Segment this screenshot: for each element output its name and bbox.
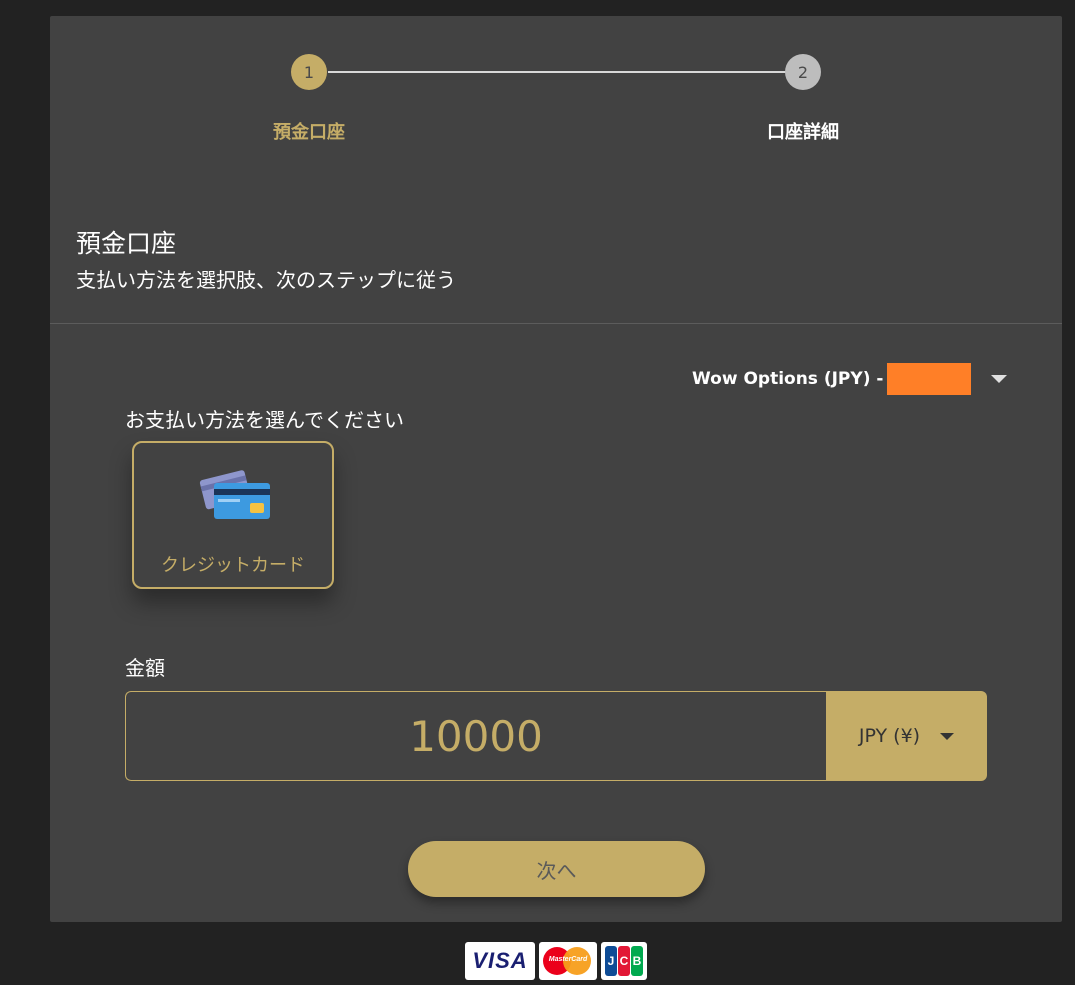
jcb-letter-b: B bbox=[631, 946, 643, 976]
jcb-letter-j: J bbox=[605, 946, 617, 976]
caret-down-icon bbox=[940, 732, 955, 740]
mastercard-wordmark: MasterCard bbox=[548, 956, 588, 963]
stepper-connector bbox=[328, 71, 804, 73]
currency-select[interactable]: JPY (¥) bbox=[826, 691, 987, 781]
credit-card-icon bbox=[199, 470, 270, 519]
account-number-redacted bbox=[887, 363, 972, 395]
stepper: 1 2 預金口座 口座詳細 bbox=[50, 16, 1062, 186]
deposit-card: 1 2 預金口座 口座詳細 預金口座 支払い方法を選択肢、次のステップに従う W… bbox=[50, 16, 1062, 922]
step-1-indicator: 1 bbox=[291, 54, 327, 90]
section-subtitle: 支払い方法を選択肢、次のステップに従う bbox=[76, 268, 456, 292]
amount-group: JPY (¥) bbox=[125, 691, 987, 781]
mastercard-logo-icon: MasterCard bbox=[539, 942, 597, 980]
visa-logo-icon: VISA bbox=[465, 942, 535, 980]
amount-label: 金額 bbox=[125, 656, 165, 680]
card-brand-logos: VISA MasterCard J C B bbox=[465, 942, 647, 980]
payment-method-credit-card[interactable]: クレジットカード bbox=[132, 441, 334, 589]
section-title: 預金口座 bbox=[76, 229, 177, 258]
next-button[interactable]: 次へ bbox=[408, 841, 705, 897]
jcb-letter-c: C bbox=[618, 946, 630, 976]
account-label: Wow Options (JPY) - bbox=[692, 369, 884, 389]
caret-down-icon bbox=[991, 375, 1008, 383]
payment-method-prompt: お支払い方法を選んでください bbox=[125, 408, 404, 432]
amount-input[interactable] bbox=[125, 691, 826, 781]
account-select[interactable]: Wow Options (JPY) - bbox=[692, 362, 1008, 396]
step-1-label: 預金口座 bbox=[273, 122, 345, 143]
payment-method-label: クレジットカード bbox=[161, 555, 305, 576]
step-2-label: 口座詳細 bbox=[767, 122, 839, 143]
step-2-indicator: 2 bbox=[785, 54, 821, 90]
jcb-logo-icon: J C B bbox=[601, 942, 647, 980]
section-divider bbox=[50, 323, 1062, 324]
currency-label: JPY (¥) bbox=[858, 725, 921, 747]
